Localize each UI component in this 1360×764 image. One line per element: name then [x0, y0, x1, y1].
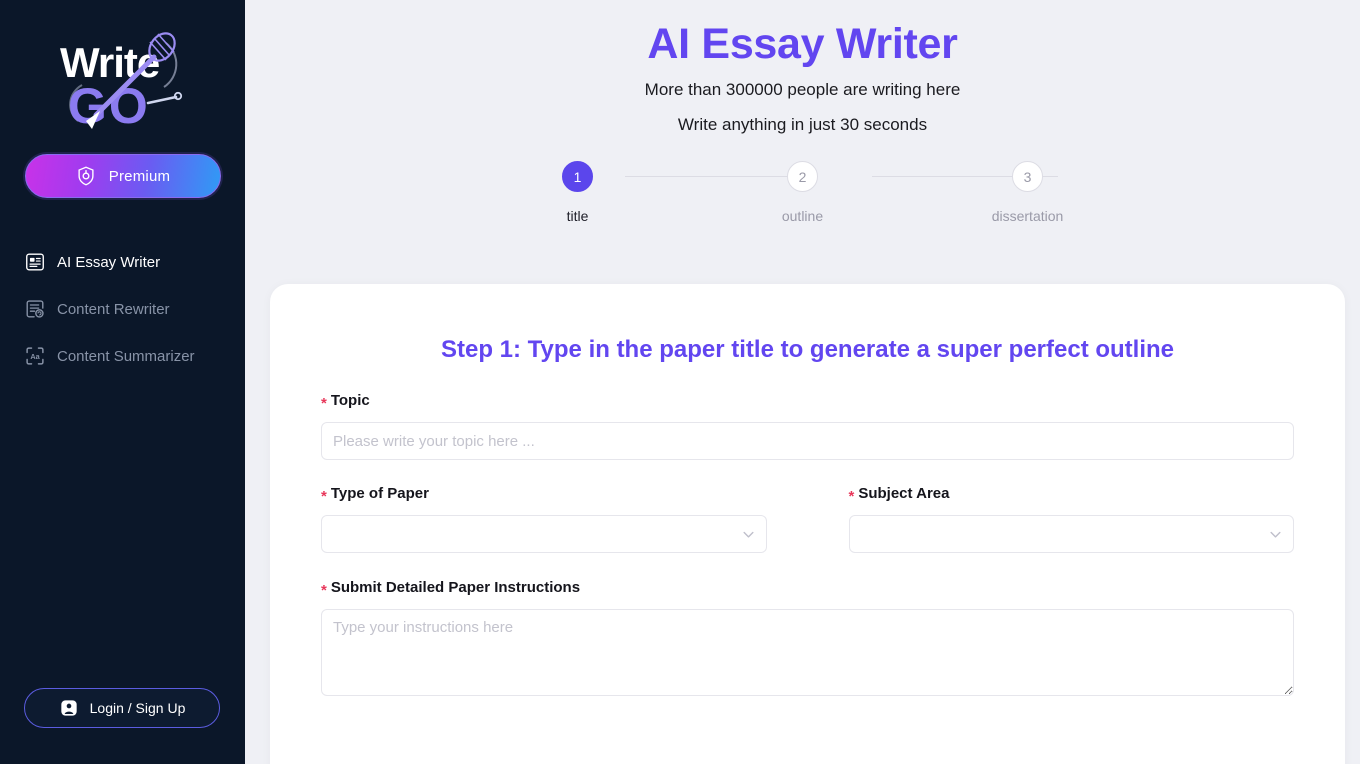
type-of-paper-label-text: Type of Paper [330, 485, 429, 502]
chevron-down-icon [1270, 531, 1281, 538]
hero-subtitle-1: More than 300000 people are writing here [644, 80, 961, 100]
subject-area-label: * Subject Area [848, 485, 1295, 505]
form-card: Step 1: Type in the paper title to gener… [270, 284, 1345, 764]
sidebar-item-label: Content Rewriter [57, 300, 170, 318]
svg-text:Aa: Aa [30, 352, 40, 361]
page-title: AI Essay Writer [647, 20, 958, 68]
shield-lock-icon [78, 166, 94, 186]
stepper-number: 3 [1012, 161, 1043, 193]
field-type-of-paper: * Type of Paper [321, 486, 767, 553]
stepper-step-dissertation[interactable]: 3 dissertation [973, 161, 1083, 224]
main-content: AI Essay Writer More than 300000 people … [245, 0, 1360, 764]
login-signup-button[interactable]: Login / Sign Up [24, 688, 220, 728]
sidebar-item-label: AI Essay Writer [57, 253, 161, 271]
sidebar-item-label: Content Summarizer [57, 347, 195, 365]
stepper-number: 2 [787, 161, 818, 193]
hero-section: AI Essay Writer More than 300000 people … [245, 0, 1360, 133]
type-of-paper-select[interactable] [321, 515, 767, 553]
field-subject-area: * Subject Area [848, 485, 1295, 553]
essay-writer-icon [26, 253, 44, 271]
form-card-title: Step 1: Type in the paper title to gener… [440, 336, 1175, 363]
premium-button[interactable]: Premium [24, 154, 221, 198]
content-summarizer-icon: Aa [26, 347, 44, 365]
select-row: * Type of Paper * Subject Area [321, 486, 1294, 553]
progress-stepper: 1 title 2 outline 3 dissertation [523, 161, 1083, 224]
premium-button-label: Premium [108, 167, 171, 185]
content-rewriter-icon [26, 300, 44, 318]
user-account-icon [60, 700, 77, 716]
topic-label-text: Topic [330, 392, 370, 409]
sidebar-item-content-rewriter[interactable]: Content Rewriter [24, 297, 245, 321]
instructions-label: * Submit Detailed Paper Instructions [321, 579, 1294, 599]
required-asterisk: * [321, 395, 327, 412]
stepper-label: title [566, 208, 589, 225]
subject-area-select[interactable] [848, 515, 1294, 553]
topic-input[interactable] [321, 422, 1294, 460]
required-asterisk: * [321, 582, 327, 599]
required-asterisk: * [848, 488, 855, 505]
hero-subtitle-2: Write anything in just 30 seconds [677, 115, 928, 135]
sidebar-nav: AI Essay Writer Content Rewriter Aa Cont… [0, 250, 245, 368]
field-topic: * Topic [321, 393, 1294, 460]
sidebar-item-content-summarizer[interactable]: Aa Content Summarizer [24, 344, 245, 368]
stepper-number: 1 [562, 161, 593, 193]
instructions-textarea[interactable] [321, 609, 1294, 696]
topic-label: * Topic [321, 392, 1294, 412]
svg-text:GO: GO [68, 78, 150, 134]
chevron-down-icon [742, 531, 754, 538]
stepper-step-outline[interactable]: 2 outline [748, 161, 858, 224]
app-logo[interactable]: Write GO [43, 22, 203, 140]
subject-area-label-text: Subject Area [858, 485, 950, 502]
app-root: Write GO Premium AI Essay Writer Content… [0, 0, 1360, 764]
stepper-label: outline [781, 208, 824, 225]
stepper-connector-1 [624, 176, 811, 178]
sidebar-item-ai-essay-writer[interactable]: AI Essay Writer [24, 250, 245, 274]
instructions-label-text: Submit Detailed Paper Instructions [330, 579, 581, 596]
essay-form: * Topic * Type of Paper [270, 393, 1345, 696]
stepper-label: dissertation [991, 208, 1064, 225]
quill-pen-logo-icon: Write GO [60, 32, 182, 134]
type-of-paper-label: * Type of Paper [321, 485, 767, 505]
stepper-step-title[interactable]: 1 title [523, 161, 633, 224]
login-signup-label: Login / Sign Up [89, 700, 186, 716]
field-instructions: * Submit Detailed Paper Instructions [321, 580, 1294, 696]
sidebar: Write GO Premium AI Essay Writer Content… [0, 0, 245, 764]
required-asterisk: * [321, 488, 327, 505]
